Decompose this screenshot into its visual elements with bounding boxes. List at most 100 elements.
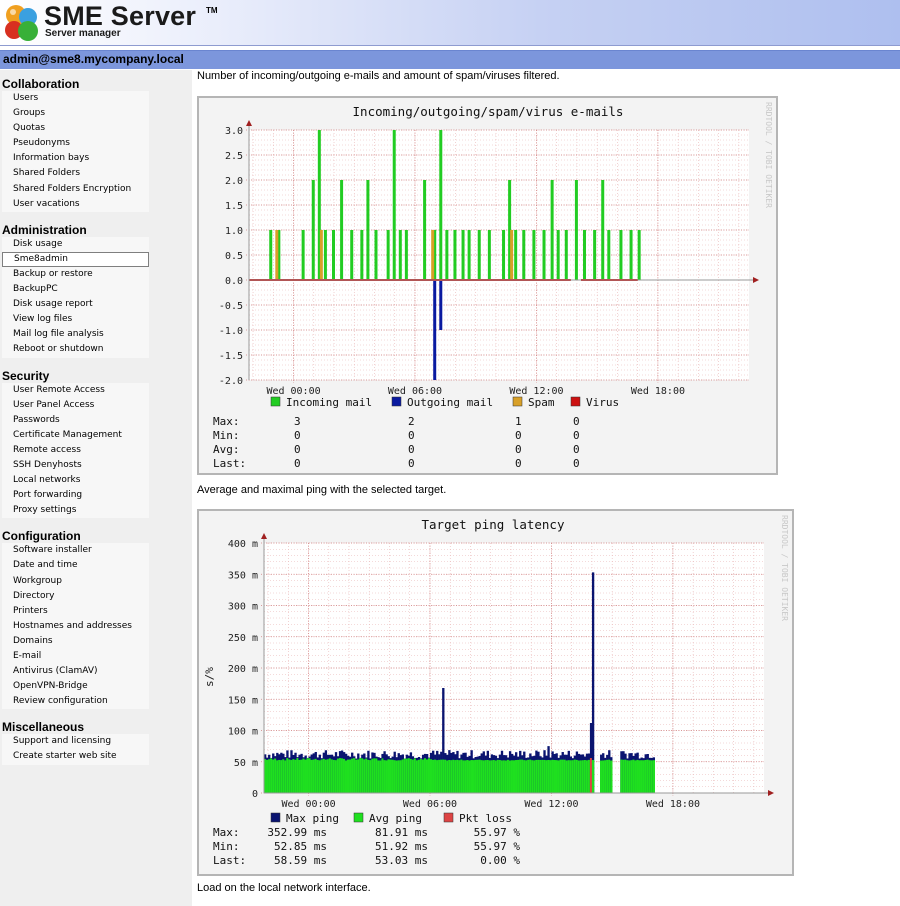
sidebar-item-date-and-time[interactable]: Date and time <box>2 558 149 573</box>
y-axis-label: s/% <box>203 667 216 687</box>
sidebar-item-antivirus-clamav[interactable]: Antivirus (ClamAV) <box>2 664 149 679</box>
bar-avg-ping <box>351 758 354 793</box>
bar-incoming-mail <box>350 230 354 280</box>
bar-avg-ping <box>280 760 283 793</box>
bar-avg-ping <box>531 760 534 793</box>
sidebar-item-reboot-or-shutdown[interactable]: Reboot or shutdown <box>2 342 149 357</box>
bar-avg-ping <box>553 760 556 793</box>
stats-label: Avg: <box>213 443 240 456</box>
y-tick-label: 300 m <box>228 602 258 613</box>
sidebar-item-remote-access[interactable]: Remote access <box>2 443 149 458</box>
sidebar-item-proxy-settings[interactable]: Proxy settings <box>2 503 149 518</box>
bar-avg-ping <box>604 760 607 793</box>
watermark-text: RRDTOOL / TOBI OETIKER <box>780 515 789 621</box>
legend-swatch <box>353 812 364 823</box>
sidebar-item-groups[interactable]: Groups <box>2 106 149 121</box>
bar-avg-ping <box>498 759 502 793</box>
bar-avg-ping <box>389 759 392 793</box>
bar-incoming-mail <box>502 230 506 280</box>
bar-avg-ping <box>630 760 633 793</box>
bar-avg-ping <box>359 758 362 793</box>
bar-avg-ping <box>355 759 358 793</box>
y-tick-label: 0.0 <box>225 276 243 287</box>
bar-incoming-mail <box>366 180 370 280</box>
bar-avg-ping <box>308 758 311 793</box>
bar-avg-ping <box>326 759 330 793</box>
bar-incoming-mail <box>583 230 587 280</box>
bar-avg-ping <box>415 760 419 793</box>
bar-avg-ping <box>559 759 562 793</box>
bar-avg-ping <box>543 759 546 793</box>
sidebar-item-openvpn-bridge[interactable]: OpenVPN-Bridge <box>2 679 149 694</box>
bar-spam <box>431 230 435 280</box>
sidebar-item-certificate-management[interactable]: Certificate Management <box>2 428 149 443</box>
bar-avg-ping <box>292 759 295 793</box>
sidebar-item-support-and-licensing[interactable]: Support and licensing <box>2 734 149 749</box>
sidebar-item-user-panel-access[interactable]: User Panel Access <box>2 398 149 413</box>
legend-swatch <box>270 812 281 823</box>
bar-avg-ping <box>478 759 481 793</box>
sidebar-item-backup-or-restore[interactable]: Backup or restore <box>2 267 149 282</box>
bar-incoming-mail <box>522 230 526 280</box>
y-tick-label: 0.5 <box>225 251 243 262</box>
sidebar-item-review-configuration[interactable]: Review configuration <box>2 694 149 709</box>
bar-avg-ping <box>517 759 520 793</box>
stats-label: Min: <box>213 840 240 853</box>
bar-avg-ping <box>440 759 443 793</box>
x-tick-label: Wed 00:00 <box>281 799 335 810</box>
sidebar-item-port-forwarding[interactable]: Port forwarding <box>2 488 149 503</box>
sidebar-item-user-remote-access[interactable]: User Remote Access <box>2 383 149 398</box>
bar-incoming-mail <box>542 230 546 280</box>
bar-incoming-mail <box>637 230 641 280</box>
bar-avg-ping <box>391 759 394 793</box>
sidebar-item-domains[interactable]: Domains <box>2 634 149 649</box>
bar-avg-ping <box>646 759 649 793</box>
sidebar-item-mail-log-file-analysis[interactable]: Mail log file analysis <box>2 327 149 342</box>
sidebar-item-disk-usage[interactable]: Disk usage <box>2 237 149 252</box>
sidebar-item-information-bays[interactable]: Information bays <box>2 151 149 166</box>
sidebar-item-sme8admin[interactable]: Sme8admin <box>2 251 149 267</box>
bar-avg-ping <box>527 759 530 793</box>
bar-avg-ping <box>383 760 386 793</box>
sidebar-item-printers[interactable]: Printers <box>2 604 149 619</box>
sidebar-item-local-networks[interactable]: Local networks <box>2 473 149 488</box>
sidebar-item-users[interactable]: Users <box>2 91 149 106</box>
sidebar-item-view-log-files[interactable]: View log files <box>2 312 149 327</box>
bar-avg-ping <box>512 760 516 793</box>
sidebar-item-backuppc[interactable]: BackupPC <box>2 282 149 297</box>
stats-label: Min: <box>213 429 240 442</box>
bar-avg-ping <box>577 760 581 793</box>
sidebar-item-shared-folders[interactable]: Shared Folders <box>2 166 149 181</box>
y-tick-label: 50 m <box>234 758 258 769</box>
bar-avg-ping <box>537 759 540 793</box>
bar-avg-ping <box>561 759 564 793</box>
sidebar-item-e-mail[interactable]: E-mail <box>2 649 149 664</box>
sidebar-item-pseudonyms[interactable]: Pseudonyms <box>2 136 149 151</box>
stats-value: 0 <box>515 429 522 442</box>
bar-avg-ping <box>306 758 309 793</box>
bar-avg-ping <box>276 760 279 793</box>
bar-avg-ping <box>361 758 364 793</box>
sidebar-item-directory[interactable]: Directory <box>2 589 149 604</box>
bar-avg-ping <box>371 758 374 793</box>
sidebar-item-software-installer[interactable]: Software installer <box>2 543 149 558</box>
sidebar-item-user-vacations[interactable]: User vacations <box>2 197 149 212</box>
sidebar-item-shared-folders-encryption[interactable]: Shared Folders Encryption <box>2 182 149 197</box>
sidebar-item-quotas[interactable]: Quotas <box>2 121 149 136</box>
bar-avg-ping <box>344 760 348 793</box>
bar-avg-ping <box>638 760 641 793</box>
sidebar-item-disk-usage-report[interactable]: Disk usage report <box>2 297 149 312</box>
x-tick-label: Wed 18:00 <box>646 799 700 810</box>
bar-avg-ping <box>407 758 411 793</box>
sidebar-item-workgroup[interactable]: Workgroup <box>2 574 149 589</box>
sidebar-item-passwords[interactable]: Passwords <box>2 413 149 428</box>
bar-avg-ping <box>411 759 415 793</box>
sidebar-item-ssh-denyhosts[interactable]: SSH Denyhosts <box>2 458 149 473</box>
bar-avg-ping <box>551 759 554 793</box>
sidebar-item-hostnames-and-addresses[interactable]: Hostnames and addresses <box>2 619 149 634</box>
sidebar-item-create-starter-web-site[interactable]: Create starter web site <box>2 749 149 764</box>
bar-spam <box>510 230 514 280</box>
bar-avg-ping <box>419 758 423 793</box>
chart-title: Incoming/outgoing/spam/virus e-mails <box>353 104 624 119</box>
sidebar: Collaboration Users Groups Quotas Pseudonyms… <box>0 70 192 906</box>
